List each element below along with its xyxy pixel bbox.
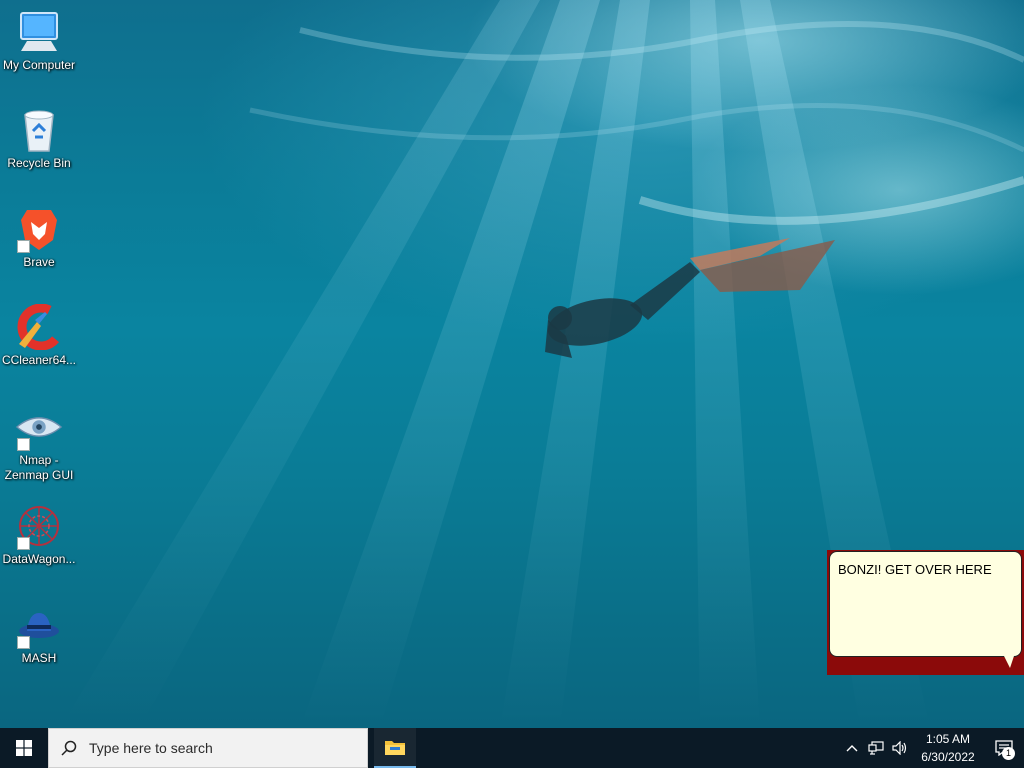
show-hidden-icons-button[interactable] bbox=[840, 728, 864, 768]
desktop-icon-label: Brave bbox=[23, 255, 55, 269]
desktop-icon-label: DataWagon... bbox=[2, 552, 76, 566]
nmap-eye-icon bbox=[15, 403, 63, 451]
balloon-text: BONZI! GET OVER HERE bbox=[829, 551, 1022, 657]
volume-icon bbox=[892, 741, 907, 755]
start-button[interactable] bbox=[0, 728, 48, 768]
monitor-icon bbox=[15, 8, 63, 56]
desktop-icon-brave[interactable]: Brave bbox=[0, 205, 78, 270]
clock-date: 6/30/2022 bbox=[921, 750, 975, 764]
desktop-icon-label: Recycle Bin bbox=[7, 156, 71, 170]
taskbar: Type here to search 1:05 AM 6/30/2022 1 bbox=[0, 728, 1024, 768]
desktop-icon-label: My Computer bbox=[2, 58, 76, 72]
volume-button[interactable] bbox=[888, 728, 912, 768]
network-button[interactable] bbox=[864, 728, 888, 768]
system-tray: 1:05 AM 6/30/2022 1 bbox=[840, 728, 1024, 768]
speech-balloon[interactable]: BONZI! GET OVER HERE bbox=[827, 550, 1024, 675]
notification-count-badge: 1 bbox=[1002, 747, 1015, 760]
datawagon-icon bbox=[15, 502, 63, 550]
balloon-tail bbox=[1004, 656, 1014, 668]
clock-time: 1:05 AM bbox=[925, 732, 971, 746]
desktop-icon-ccleaner[interactable]: CCleaner64... bbox=[0, 303, 78, 368]
shortcut-arrow-icon bbox=[17, 240, 30, 253]
desktop-icon-label: MASH bbox=[21, 651, 57, 665]
windows-logo-icon bbox=[16, 740, 32, 756]
action-center-button[interactable]: 1 bbox=[984, 728, 1024, 768]
file-explorer-icon bbox=[385, 741, 405, 755]
desktop-icon-label: CCleaner64... bbox=[1, 353, 77, 367]
mash-hat-icon bbox=[15, 601, 63, 649]
desktop-icon-my-computer[interactable]: My Computer bbox=[0, 8, 78, 73]
desktop-icon-recycle-bin[interactable]: Recycle Bin bbox=[0, 106, 78, 171]
desktop-icon-label: Nmap - Zenmap GUI bbox=[4, 453, 74, 482]
taskbar-search-box[interactable]: Type here to search bbox=[48, 728, 368, 768]
ccleaner-icon bbox=[15, 303, 63, 351]
shortcut-arrow-icon bbox=[17, 438, 30, 451]
taskbar-clock[interactable]: 1:05 AM 6/30/2022 bbox=[912, 730, 984, 766]
network-icon bbox=[868, 741, 884, 755]
desktop-icon-datawagon[interactable]: DataWagon... bbox=[0, 502, 78, 567]
recycle-bin-icon bbox=[15, 106, 63, 154]
search-placeholder: Type here to search bbox=[89, 740, 213, 756]
shortcut-arrow-icon bbox=[17, 636, 30, 649]
taskbar-file-explorer[interactable] bbox=[374, 728, 416, 768]
shortcut-arrow-icon bbox=[17, 537, 30, 550]
search-icon bbox=[61, 740, 77, 756]
desktop-icon-mash[interactable]: MASH bbox=[0, 601, 78, 666]
chevron-up-icon bbox=[846, 745, 858, 752]
brave-lion-icon bbox=[15, 205, 63, 253]
desktop-icon-nmap[interactable]: Nmap - Zenmap GUI bbox=[0, 403, 78, 483]
